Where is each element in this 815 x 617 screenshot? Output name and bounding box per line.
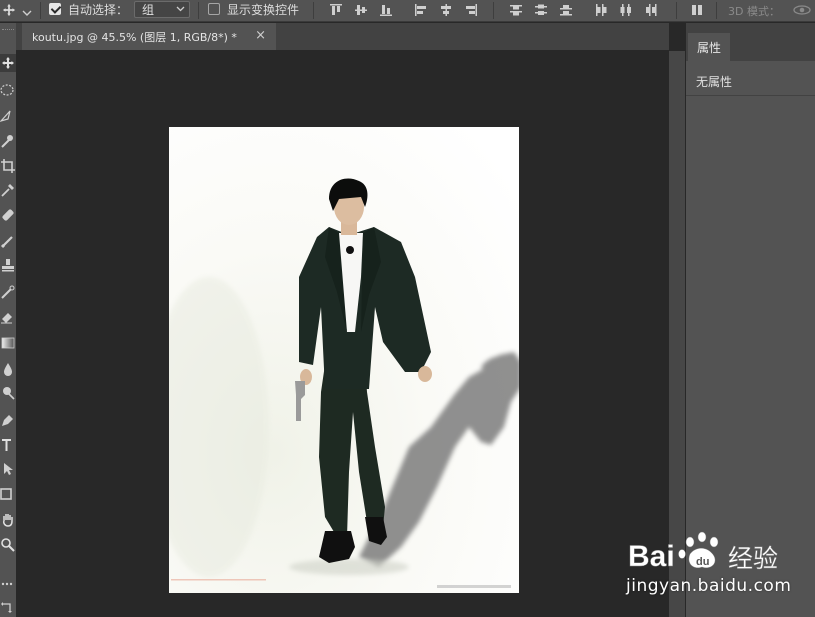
blur-tool[interactable]: [0, 360, 16, 378]
swap-colors[interactable]: [0, 599, 16, 617]
3d-mode-label: 3D 模式：: [728, 5, 780, 18]
path-select-arrow-icon: [4, 463, 13, 475]
type-icon: [2, 439, 11, 451]
document-canvas-image[interactable]: [169, 127, 519, 593]
document-tab-title: koutu.jpg @ 45.5% (图层 1, RGB/8*) *: [32, 30, 237, 44]
divider: [686, 95, 815, 96]
distribute-horizontal-centers-icon[interactable]: [618, 2, 634, 18]
dodge-tool[interactable]: [0, 384, 16, 402]
history-brush-tool[interactable]: [0, 283, 16, 301]
align-horizontal-centers-icon[interactable]: [438, 2, 454, 18]
quick-select-icon: [1, 135, 13, 148]
ellipse-marquee-icon: [0, 84, 14, 96]
separator: [676, 2, 677, 19]
align-top-edges-icon[interactable]: [328, 2, 344, 18]
eyedropper-tool[interactable]: [0, 181, 16, 199]
hand-icon: [3, 514, 13, 527]
document-tab[interactable]: koutu.jpg @ 45.5% (图层 1, RGB/8*) * ×: [22, 23, 276, 50]
path-select-tool[interactable]: [0, 460, 16, 478]
lasso-tool[interactable]: [0, 107, 16, 125]
polygon-lasso-icon: [0, 110, 11, 122]
ellipsis-icon: [1, 582, 13, 586]
clone-stamp-tool[interactable]: [0, 256, 16, 274]
align-right-edges-icon[interactable]: [463, 2, 479, 18]
auto-select-target-dropdown[interactable]: 组: [134, 1, 190, 18]
stamp-icon: [2, 259, 14, 272]
type-tool[interactable]: [0, 436, 16, 454]
svg-text:经验: 经验: [728, 544, 778, 573]
svg-text:Bai: Bai: [628, 540, 675, 573]
marquee-tool[interactable]: [0, 81, 16, 99]
tab-properties[interactable]: 属性: [688, 33, 730, 61]
show-transform-checkbox[interactable]: [208, 3, 220, 15]
more-tools[interactable]: [0, 575, 16, 593]
distribute-left-icon[interactable]: [593, 2, 609, 18]
gradient-icon: [1, 337, 15, 349]
dodge-icon: [3, 387, 15, 400]
brush-tool[interactable]: [0, 232, 16, 250]
eyedropper-icon: [1, 184, 14, 197]
bandage-icon: [2, 209, 14, 221]
distribute-right-icon[interactable]: [643, 2, 659, 18]
3d-orbit-icon[interactable]: [792, 1, 812, 19]
hand-tool[interactable]: [0, 511, 16, 529]
crop-tool[interactable]: [0, 157, 16, 175]
rectangle-tool[interactable]: [0, 485, 16, 503]
close-icon[interactable]: ×: [255, 29, 266, 42]
chevron-down-icon: [176, 6, 185, 12]
separator: [313, 2, 314, 19]
drop-icon: [4, 363, 12, 376]
tool-preset-chevron-icon[interactable]: [22, 5, 32, 21]
toolbar-grip[interactable]: [2, 29, 14, 32]
watermark-url: jingyan.baidu.com: [626, 576, 792, 596]
baidu-jingyan-watermark: Bai du 经验 jingyan.baidu.com: [620, 522, 810, 602]
pen-tool[interactable]: [0, 411, 16, 429]
auto-align-layers-icon[interactable]: [689, 2, 705, 18]
crop-icon: [1, 159, 15, 173]
brush-icon: [0, 236, 13, 249]
separator: [716, 2, 717, 19]
zoom-tool[interactable]: [0, 536, 16, 554]
baidu-logo: Bai du 经验: [628, 531, 778, 573]
separator: [493, 2, 494, 19]
show-transform-label: 显示变换控件: [227, 3, 300, 17]
history-brush-icon: [1, 285, 15, 299]
options-bar: 自动选择： 组 显示变换控件 3D 模式：: [0, 0, 815, 22]
distribute-vertical-centers-icon[interactable]: [533, 2, 549, 18]
distribute-top-icon[interactable]: [508, 2, 524, 18]
eraser-icon: [1, 313, 12, 324]
tools-panel: [0, 23, 16, 617]
swap-arrows-icon: [1, 602, 12, 613]
eraser-tool[interactable]: [0, 308, 16, 326]
align-left-edges-icon[interactable]: [413, 2, 429, 18]
document-tab-bar: koutu.jpg @ 45.5% (图层 1, RGB/8*) * ×: [16, 23, 669, 50]
rectangle-icon: [0, 488, 12, 500]
move-tool[interactable]: [0, 54, 16, 72]
auto-select-label: 自动选择：: [68, 3, 129, 17]
magnifier-icon: [1, 538, 15, 552]
svg-text:du: du: [696, 556, 709, 568]
align-bottom-edges-icon[interactable]: [378, 2, 394, 18]
move-tool-icon[interactable]: [2, 2, 16, 18]
align-vertical-centers-icon[interactable]: [353, 2, 369, 18]
gradient-tool[interactable]: [0, 334, 16, 352]
distribute-bottom-icon[interactable]: [558, 2, 574, 18]
quick-select-tool[interactable]: [0, 132, 16, 150]
separator: [40, 2, 41, 19]
no-properties-text: 无属性: [696, 75, 733, 89]
pen-icon: [2, 415, 13, 426]
photo-man-in-suit: [169, 127, 519, 593]
auto-select-target-value: 组: [142, 3, 155, 17]
separator: [198, 2, 199, 19]
properties-tab-bar: 属性: [686, 23, 815, 61]
auto-select-checkbox[interactable]: [49, 3, 61, 15]
move-icon: [2, 57, 14, 69]
healing-brush-tool[interactable]: [0, 206, 16, 224]
